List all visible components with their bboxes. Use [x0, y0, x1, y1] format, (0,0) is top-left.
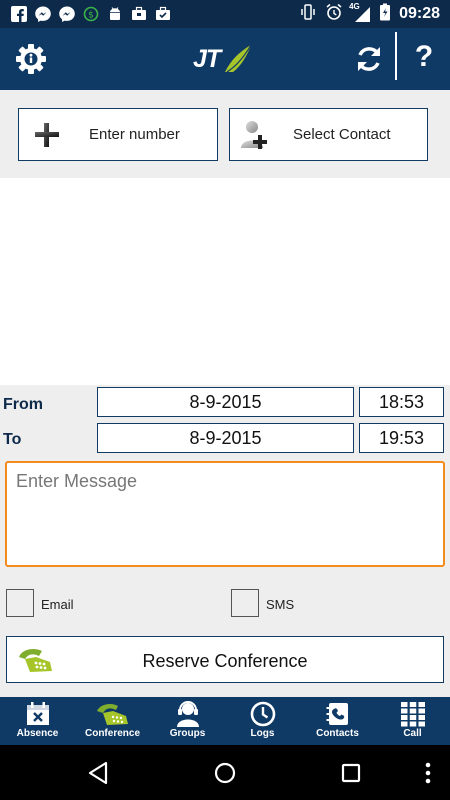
nav-absence[interactable]: Absence: [0, 697, 75, 745]
clock-icon: [250, 701, 276, 727]
conference-phone-icon: [95, 701, 131, 727]
back-icon[interactable]: [85, 759, 113, 787]
to-label: To: [3, 431, 22, 448]
briefcase-check-icon: [154, 5, 172, 23]
nav-contacts[interactable]: Contacts: [300, 697, 375, 745]
dialpad-icon: [400, 701, 426, 727]
home-icon[interactable]: [211, 759, 239, 787]
add-number-icon: [32, 120, 62, 150]
nav-conference[interactable]: Conference: [75, 697, 150, 745]
nav-call[interactable]: Call: [375, 697, 450, 745]
money-icon: $: [82, 5, 100, 23]
headset-icon: [175, 701, 201, 727]
sms-checkbox[interactable]: [231, 589, 259, 617]
signal-icon: 4G: [349, 2, 371, 23]
nav-absence-label: Absence: [16, 728, 59, 739]
nav-logs-label: Logs: [250, 728, 275, 739]
status-time: 09:28: [399, 5, 440, 22]
from-date-field[interactable]: 8-9-2015: [97, 387, 354, 417]
to-date-field[interactable]: 8-9-2015: [97, 423, 354, 453]
select-contact-button[interactable]: Select Contact: [229, 108, 428, 161]
notification-icons: $: [10, 5, 172, 23]
logo-leaf-icon: [225, 44, 252, 73]
enter-number-label: Enter number: [89, 126, 180, 143]
email-checkbox[interactable]: [6, 589, 34, 617]
messenger-icon: [58, 5, 76, 23]
enter-number-button[interactable]: Enter number: [18, 108, 218, 161]
briefcase-icon: [130, 5, 148, 23]
system-navigation-bar: [0, 745, 450, 800]
conference-form: From 8-9-2015 18:53 To 8-9-2015 19:53 Em…: [0, 385, 450, 697]
add-contact-icon: [239, 118, 271, 152]
alarm-icon: [325, 3, 343, 26]
battery-icon: [379, 3, 391, 26]
nav-groups[interactable]: Groups: [150, 697, 225, 745]
nav-contacts-label: Contacts: [316, 728, 359, 739]
logo-text: JT: [193, 45, 221, 73]
help-icon[interactable]: ?: [409, 40, 439, 76]
messenger-icon: [34, 5, 52, 23]
nav-logs[interactable]: Logs: [225, 697, 300, 745]
from-time-field[interactable]: 18:53: [359, 387, 444, 417]
status-bar: $ 4G 09:28: [0, 0, 450, 28]
settings-icon[interactable]: [14, 42, 48, 76]
reserve-conference-button[interactable]: Reserve Conference: [6, 636, 444, 683]
email-label: Email: [41, 597, 74, 612]
nav-call-label: Call: [403, 728, 422, 739]
calendar-x-icon: [25, 701, 51, 727]
contacts-book-icon: [325, 701, 351, 727]
facebook-icon: [10, 5, 28, 23]
from-label: From: [3, 396, 43, 413]
reserve-conference-label: Reserve Conference: [142, 651, 308, 671]
recipient-actions: Enter number Select Contact: [0, 90, 450, 178]
message-box: [5, 461, 445, 567]
jt-logo: JT: [193, 42, 257, 76]
recents-icon[interactable]: [337, 759, 365, 787]
refresh-icon[interactable]: [353, 43, 385, 75]
nav-groups-label: Groups: [169, 728, 206, 739]
nav-conference-label: Conference: [84, 728, 140, 739]
vibrate-icon: [299, 3, 317, 26]
sms-label: SMS: [266, 597, 295, 612]
overflow-menu-icon[interactable]: [418, 759, 438, 787]
message-input[interactable]: [7, 463, 443, 565]
system-icons: 4G 09:28: [299, 2, 440, 26]
participant-list: [0, 178, 450, 385]
to-time-field[interactable]: 19:53: [359, 423, 444, 453]
svg-text:$: $: [88, 11, 94, 21]
bottom-nav: Absence Conference Groups Logs Contacts: [0, 697, 450, 745]
divider: [395, 32, 397, 80]
android-icon: [106, 5, 124, 23]
app-bar: JT ?: [0, 28, 450, 90]
select-contact-label: Select Contact: [293, 126, 391, 143]
